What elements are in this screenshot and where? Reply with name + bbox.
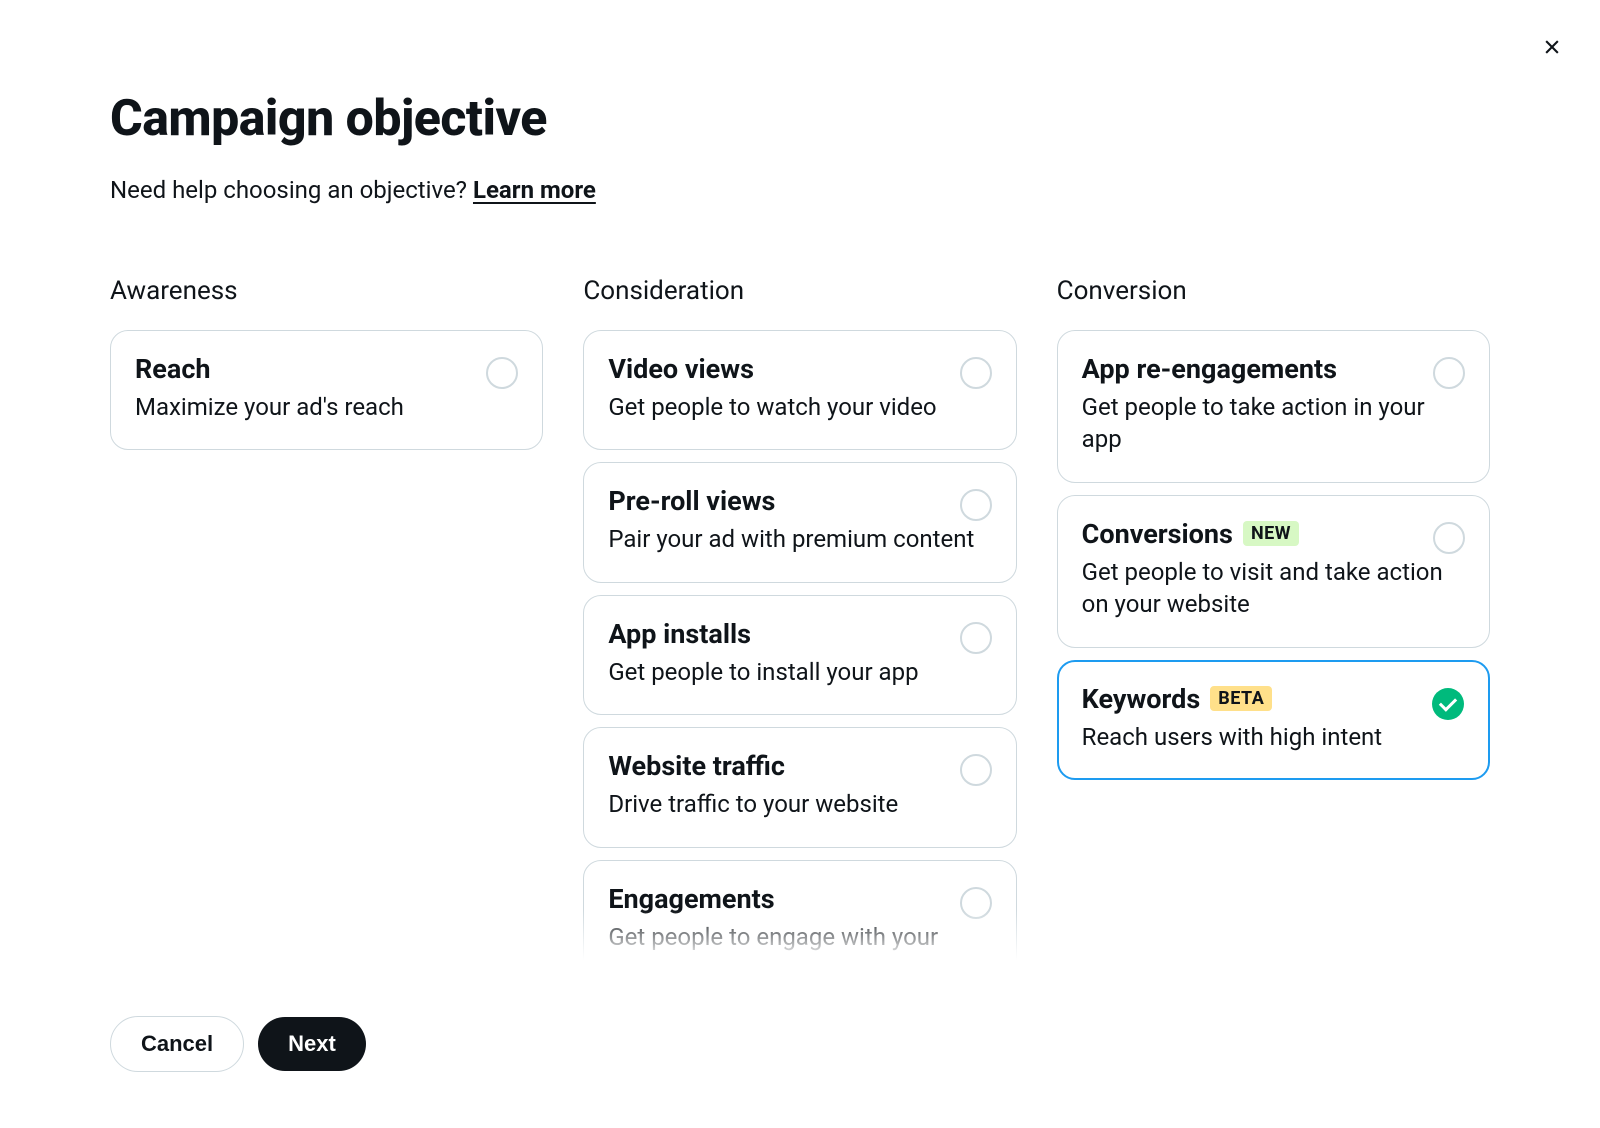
- objective-card-app-installs[interactable]: App installs Get people to install your …: [583, 595, 1016, 715]
- card-desc: Pair your ad with premium content: [608, 523, 991, 555]
- objective-card-video-views[interactable]: Video views Get people to watch your vid…: [583, 330, 1016, 450]
- radio-icon: [960, 489, 992, 521]
- card-desc: Get people to take action in your app: [1082, 391, 1465, 456]
- card-desc: Get people to watch your video: [608, 391, 991, 423]
- card-title: Keywords BETA: [1082, 683, 1465, 715]
- close-button[interactable]: [1532, 28, 1572, 68]
- card-title: App installs: [608, 618, 991, 650]
- cancel-button[interactable]: Cancel: [110, 1016, 244, 1072]
- radio-icon: [1433, 357, 1465, 389]
- objective-card-reach[interactable]: Reach Maximize your ad's reach: [110, 330, 543, 450]
- card-desc: Get people to visit and take action on y…: [1082, 556, 1465, 621]
- column-heading-conversion: Conversion: [1057, 276, 1490, 306]
- card-title: Video views: [608, 353, 991, 385]
- objective-card-conversions[interactable]: Conversions NEW Get people to visit and …: [1057, 495, 1490, 648]
- page-title: Campaign objective: [110, 90, 1490, 148]
- objective-card-keywords[interactable]: Keywords BETA Reach users with high inte…: [1057, 660, 1490, 780]
- card-title: App re-engagements: [1082, 353, 1465, 385]
- card-title: Reach: [135, 353, 518, 385]
- radio-icon: [960, 887, 992, 919]
- close-icon: [1542, 37, 1562, 60]
- column-heading-awareness: Awareness: [110, 276, 543, 306]
- card-desc: Reach users with high intent: [1082, 721, 1465, 753]
- next-button[interactable]: Next: [258, 1017, 366, 1071]
- help-prefix: Need help choosing an objective?: [110, 176, 473, 204]
- card-title: Website traffic: [608, 750, 991, 782]
- objective-card-website-traffic[interactable]: Website traffic Drive traffic to your we…: [583, 727, 1016, 847]
- card-desc: Maximize your ad's reach: [135, 391, 518, 423]
- radio-icon: [960, 754, 992, 786]
- card-desc: Drive traffic to your website: [608, 788, 991, 820]
- radio-icon: [960, 357, 992, 389]
- card-title: Conversions NEW: [1082, 518, 1465, 550]
- badge-beta: BETA: [1210, 686, 1272, 711]
- badge-new: NEW: [1243, 521, 1299, 546]
- help-text: Need help choosing an objective? Learn m…: [110, 176, 1490, 204]
- card-title: Pre-roll views: [608, 485, 991, 517]
- card-title: Engagements: [608, 883, 991, 915]
- objective-card-preroll-views[interactable]: Pre-roll views Pair your ad with premium…: [583, 462, 1016, 582]
- card-title-text: Conversions: [1082, 518, 1233, 550]
- radio-icon: [960, 622, 992, 654]
- objective-card-app-reengagements[interactable]: App re-engagements Get people to take ac…: [1057, 330, 1490, 483]
- column-heading-consideration: Consideration: [583, 276, 1016, 306]
- card-desc: Get people to install your app: [608, 656, 991, 688]
- footer: Cancel Next: [0, 960, 1600, 1128]
- learn-more-link[interactable]: Learn more: [473, 176, 596, 204]
- radio-checked-icon: [1432, 688, 1464, 720]
- card-title-text: Keywords: [1082, 683, 1201, 715]
- radio-icon: [1433, 522, 1465, 554]
